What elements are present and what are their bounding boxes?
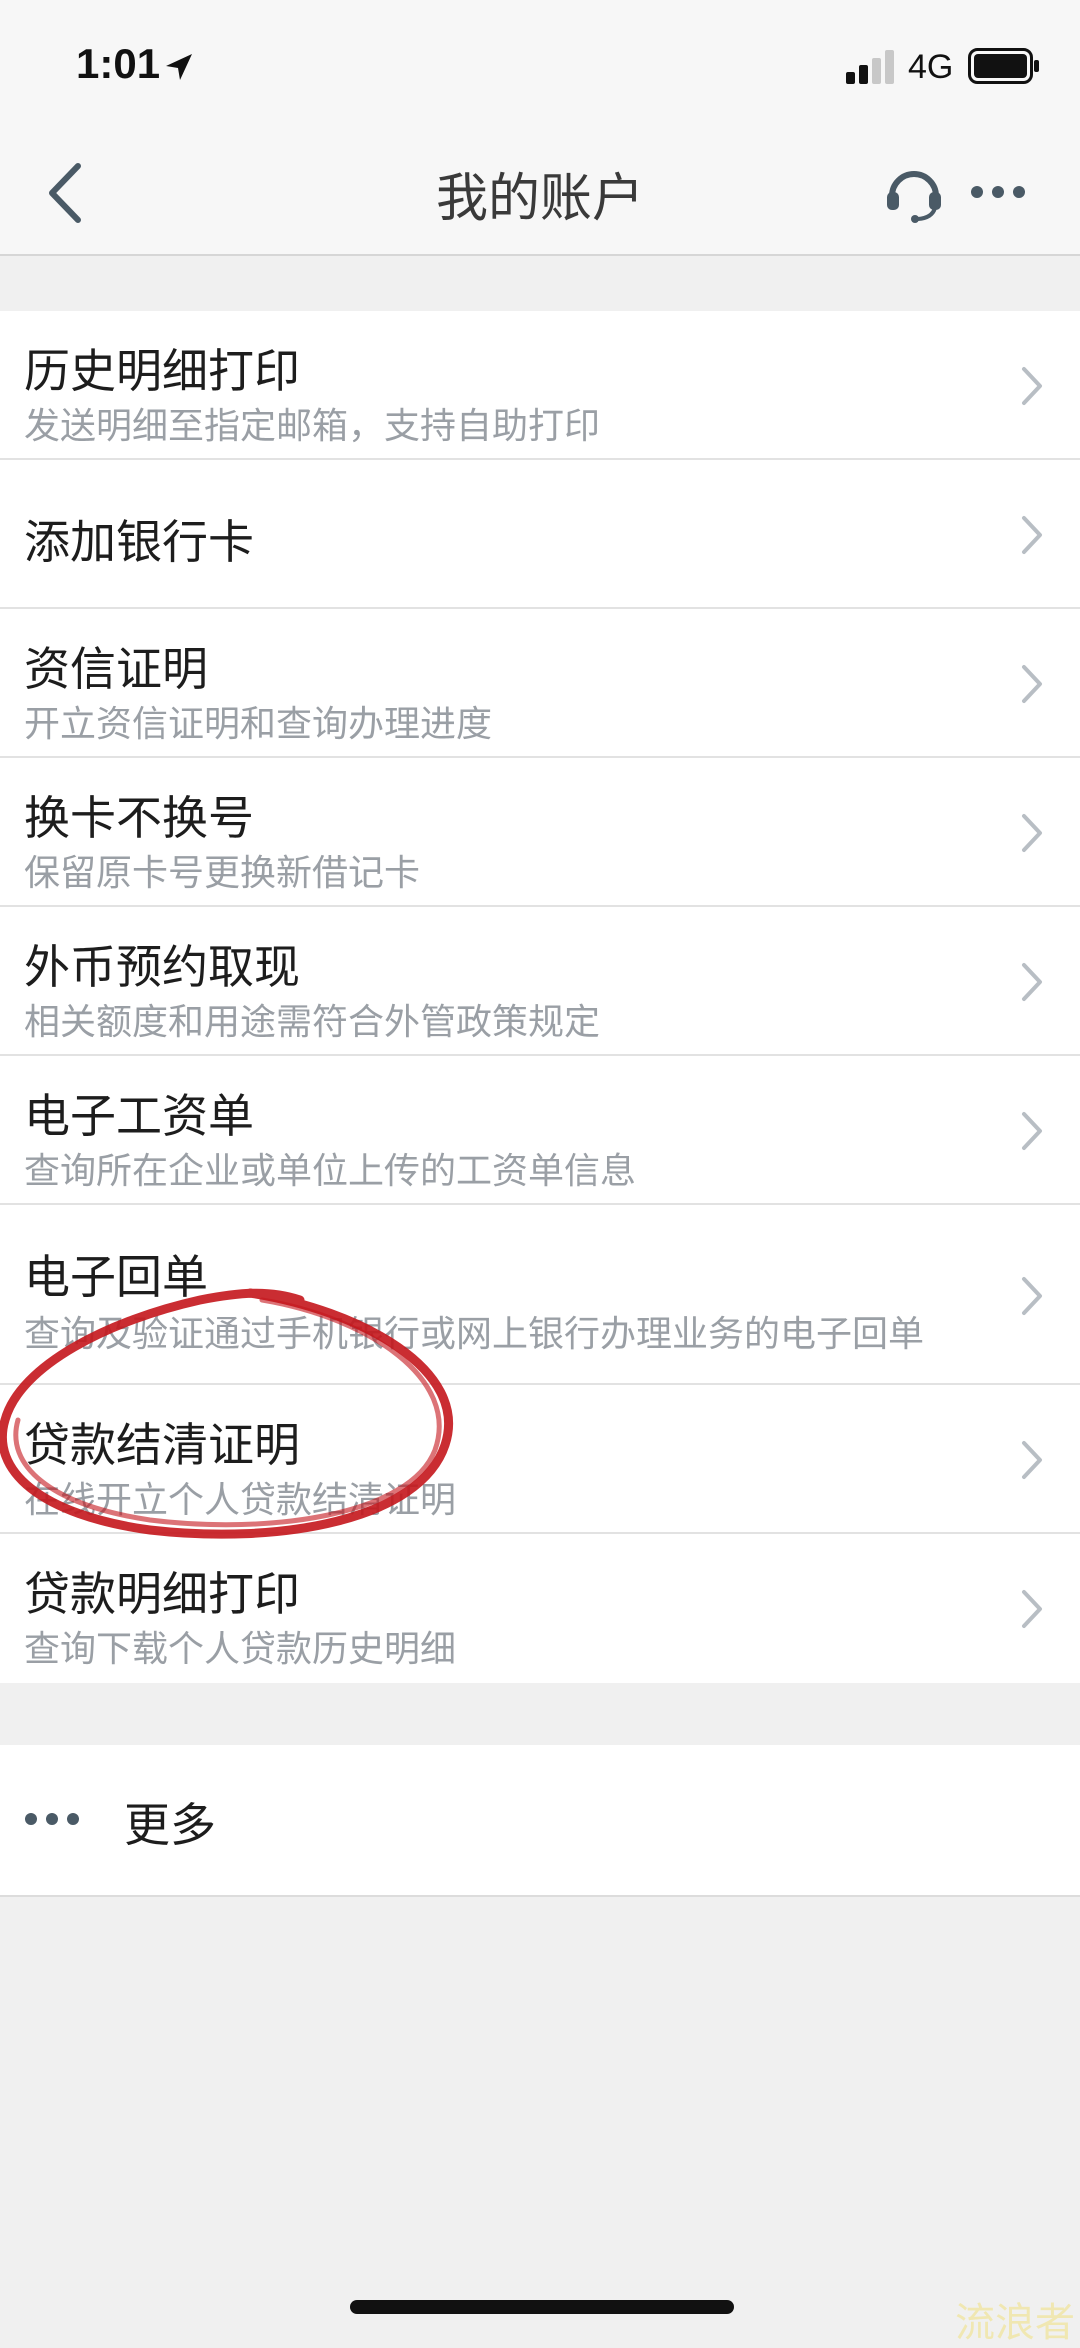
chevron-right-icon <box>1022 367 1042 405</box>
menu-item-subtitle: 保留原卡号更换新借记卡 <box>24 853 421 894</box>
menu-item-title: 贷款明细打印 <box>24 1567 300 1621</box>
chevron-right-icon <box>1022 665 1042 703</box>
menu-item-title: 换卡不换号 <box>24 791 254 845</box>
menu-item-subtitle: 相关额度和用途需符合外管政策规定 <box>24 1002 601 1043</box>
nav-bar: 我的账户 <box>0 130 1080 256</box>
headset-icon[interactable] <box>884 162 944 224</box>
battery-icon <box>968 48 1039 84</box>
menu-item-subtitle: 查询所在企业或单位上传的工资单信息 <box>24 1151 637 1192</box>
menu-item-title: 历史明细打印 <box>24 344 300 398</box>
chevron-right-icon <box>1022 814 1042 852</box>
chevron-right-icon <box>1022 963 1042 1001</box>
more-button[interactable]: 更多 <box>0 1745 1080 1897</box>
menu-item-title: 添加银行卡 <box>24 515 254 569</box>
chevron-right-icon <box>1022 1441 1042 1479</box>
menu-item-loan-settlement-certificate[interactable]: 贷款结清证明 在线开立个人贷款结清证明 <box>0 1385 1080 1534</box>
chevron-right-icon <box>1022 516 1042 554</box>
home-indicator <box>350 2300 734 2314</box>
chevron-right-icon <box>1022 1590 1042 1628</box>
menu-item-e-payslip[interactable]: 电子工资单 查询所在企业或单位上传的工资单信息 <box>0 1056 1080 1205</box>
menu-item-credit-certificate[interactable]: 资信证明 开立资信证明和查询办理进度 <box>0 609 1080 758</box>
menu-item-history-print[interactable]: 历史明细打印 发送明细至指定邮箱，支持自助打印 <box>0 311 1080 460</box>
more-label: 更多 <box>124 1798 216 1852</box>
menu-item-subtitle: 开立资信证明和查询办理进度 <box>24 704 493 745</box>
menu-item-replace-card[interactable]: 换卡不换号 保留原卡号更换新借记卡 <box>0 758 1080 907</box>
menu-item-title: 贷款结清证明 <box>24 1418 300 1472</box>
watermark: 流浪者 <box>955 2300 1075 2346</box>
menu-item-title: 资信证明 <box>24 642 208 696</box>
account-menu-list: 历史明细打印 发送明细至指定邮箱，支持自助打印 添加银行卡 资信证明 开立资信证… <box>0 311 1080 1683</box>
status-bar: 1:01 4G <box>0 0 1080 130</box>
more-dots-icon <box>25 1813 79 1825</box>
menu-item-subtitle: 查询及验证通过手机银行或网上银行办理业务的电子回单 <box>24 1314 925 1355</box>
menu-item-subtitle: 查询下载个人贷款历史明细 <box>24 1629 457 1670</box>
menu-item-loan-detail-print[interactable]: 贷款明细打印 查询下载个人贷款历史明细 <box>0 1534 1080 1683</box>
chevron-right-icon <box>1022 1277 1042 1315</box>
location-arrow-icon <box>166 54 192 80</box>
menu-item-title: 电子回单 <box>24 1250 208 1304</box>
menu-item-title: 电子工资单 <box>24 1089 254 1143</box>
menu-item-foreign-currency-withdrawal[interactable]: 外币预约取现 相关额度和用途需符合外管政策规定 <box>0 907 1080 1056</box>
menu-item-subtitle: 在线开立个人贷款结清证明 <box>24 1480 457 1521</box>
menu-item-title: 外币预约取现 <box>24 940 300 994</box>
status-time: 1:01 <box>76 40 161 87</box>
cellular-signal-icon <box>846 50 894 84</box>
chevron-right-icon <box>1022 1112 1042 1150</box>
menu-item-e-receipt[interactable]: 电子回单 查询及验证通过手机银行或网上银行办理业务的电子回单 <box>0 1205 1080 1385</box>
network-type: 4G <box>908 48 954 86</box>
menu-item-add-bank-card[interactable]: 添加银行卡 <box>0 460 1080 609</box>
more-options-button[interactable] <box>970 184 1026 200</box>
menu-item-subtitle: 发送明细至指定邮箱，支持自助打印 <box>24 406 601 447</box>
